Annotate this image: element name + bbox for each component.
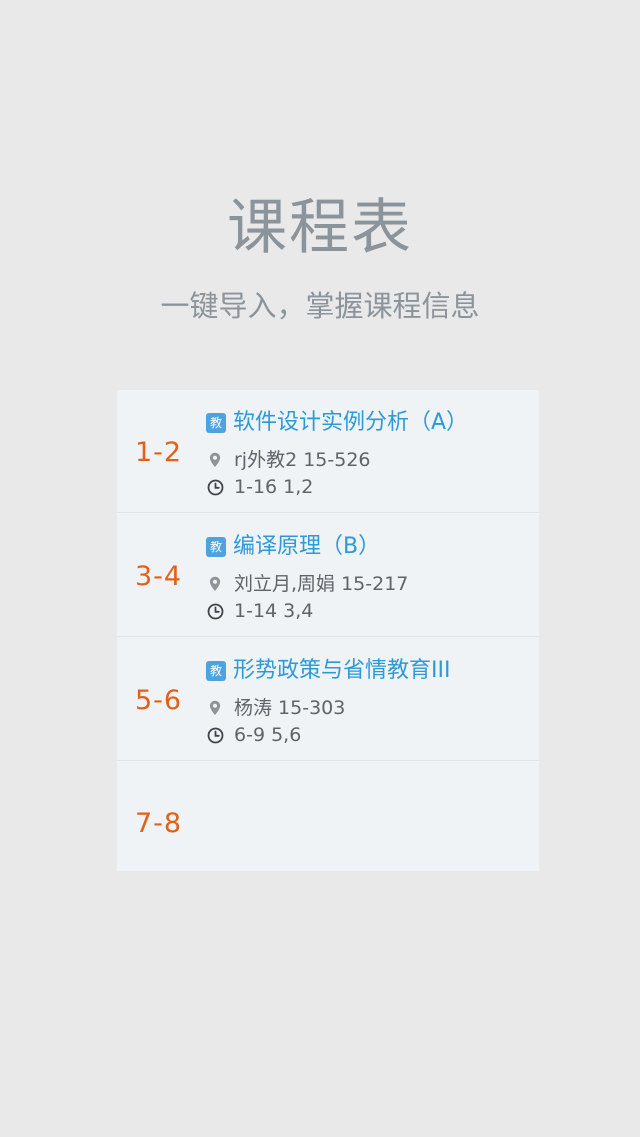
clock-icon <box>206 478 224 496</box>
course-location: rj外教2 15-526 <box>206 447 371 473</box>
course-name: 形势政策与省情教育III <box>233 658 451 683</box>
period-label: 1-2 <box>135 437 183 468</box>
period-label: 5-6 <box>135 685 183 716</box>
course-time: 1-16 1,2 <box>206 474 313 500</box>
location-text: 杨涛 15-303 <box>234 697 346 719</box>
jiao-badge-icon: 教 <box>206 661 226 681</box>
clock-icon <box>206 602 224 620</box>
period-label: 3-4 <box>135 561 183 592</box>
course-title: 教 软件设计实例分析（A） <box>206 406 468 440</box>
time-text: 6-9 5,6 <box>234 724 302 746</box>
location-pin-icon <box>206 575 224 593</box>
schedule-row-3-4[interactable]: 3-4 教 编译原理（B） 刘立月,周娟 15-217 1-14 3,4 <box>117 514 539 637</box>
course-time: 1-14 3,4 <box>206 598 313 624</box>
jiao-badge-icon: 教 <box>206 537 226 557</box>
location-text: rj外教2 15-526 <box>234 449 371 471</box>
location-pin-icon <box>206 699 224 717</box>
schedule-row-5-6[interactable]: 5-6 教 形势政策与省情教育III 杨涛 15-303 6-9 5,6 <box>117 638 539 761</box>
course-location: 杨涛 15-303 <box>206 695 345 721</box>
course-title: 教 编译原理（B） <box>206 530 380 564</box>
clock-icon <box>206 726 224 744</box>
period-label: 7-8 <box>135 808 183 839</box>
schedule-row-1-2[interactable]: 1-2 教 软件设计实例分析（A） rj外教2 15-526 1-16 1,2 <box>117 390 539 513</box>
location-pin-icon <box>206 451 224 469</box>
course-time: 6-9 5,6 <box>206 722 301 748</box>
location-text: 刘立月,周娟 15-217 <box>234 573 409 595</box>
page-subtitle: 一键导入，掌握课程信息 <box>160 289 480 323</box>
course-location: 刘立月,周娟 15-217 <box>206 571 408 597</box>
course-name: 软件设计实例分析（A） <box>233 410 469 435</box>
course-title: 教 形势政策与省情教育III <box>206 654 450 688</box>
schedule-row-7-8[interactable]: 7-8 <box>117 762 539 872</box>
schedule-card: 1-2 教 软件设计实例分析（A） rj外教2 15-526 1-16 1,2 <box>117 390 539 871</box>
page-title: 课程表 <box>227 193 413 263</box>
course-name: 编译原理（B） <box>233 534 381 559</box>
jiao-badge-icon: 教 <box>206 413 226 433</box>
time-text: 1-16 1,2 <box>234 476 314 498</box>
time-text: 1-14 3,4 <box>234 600 314 622</box>
